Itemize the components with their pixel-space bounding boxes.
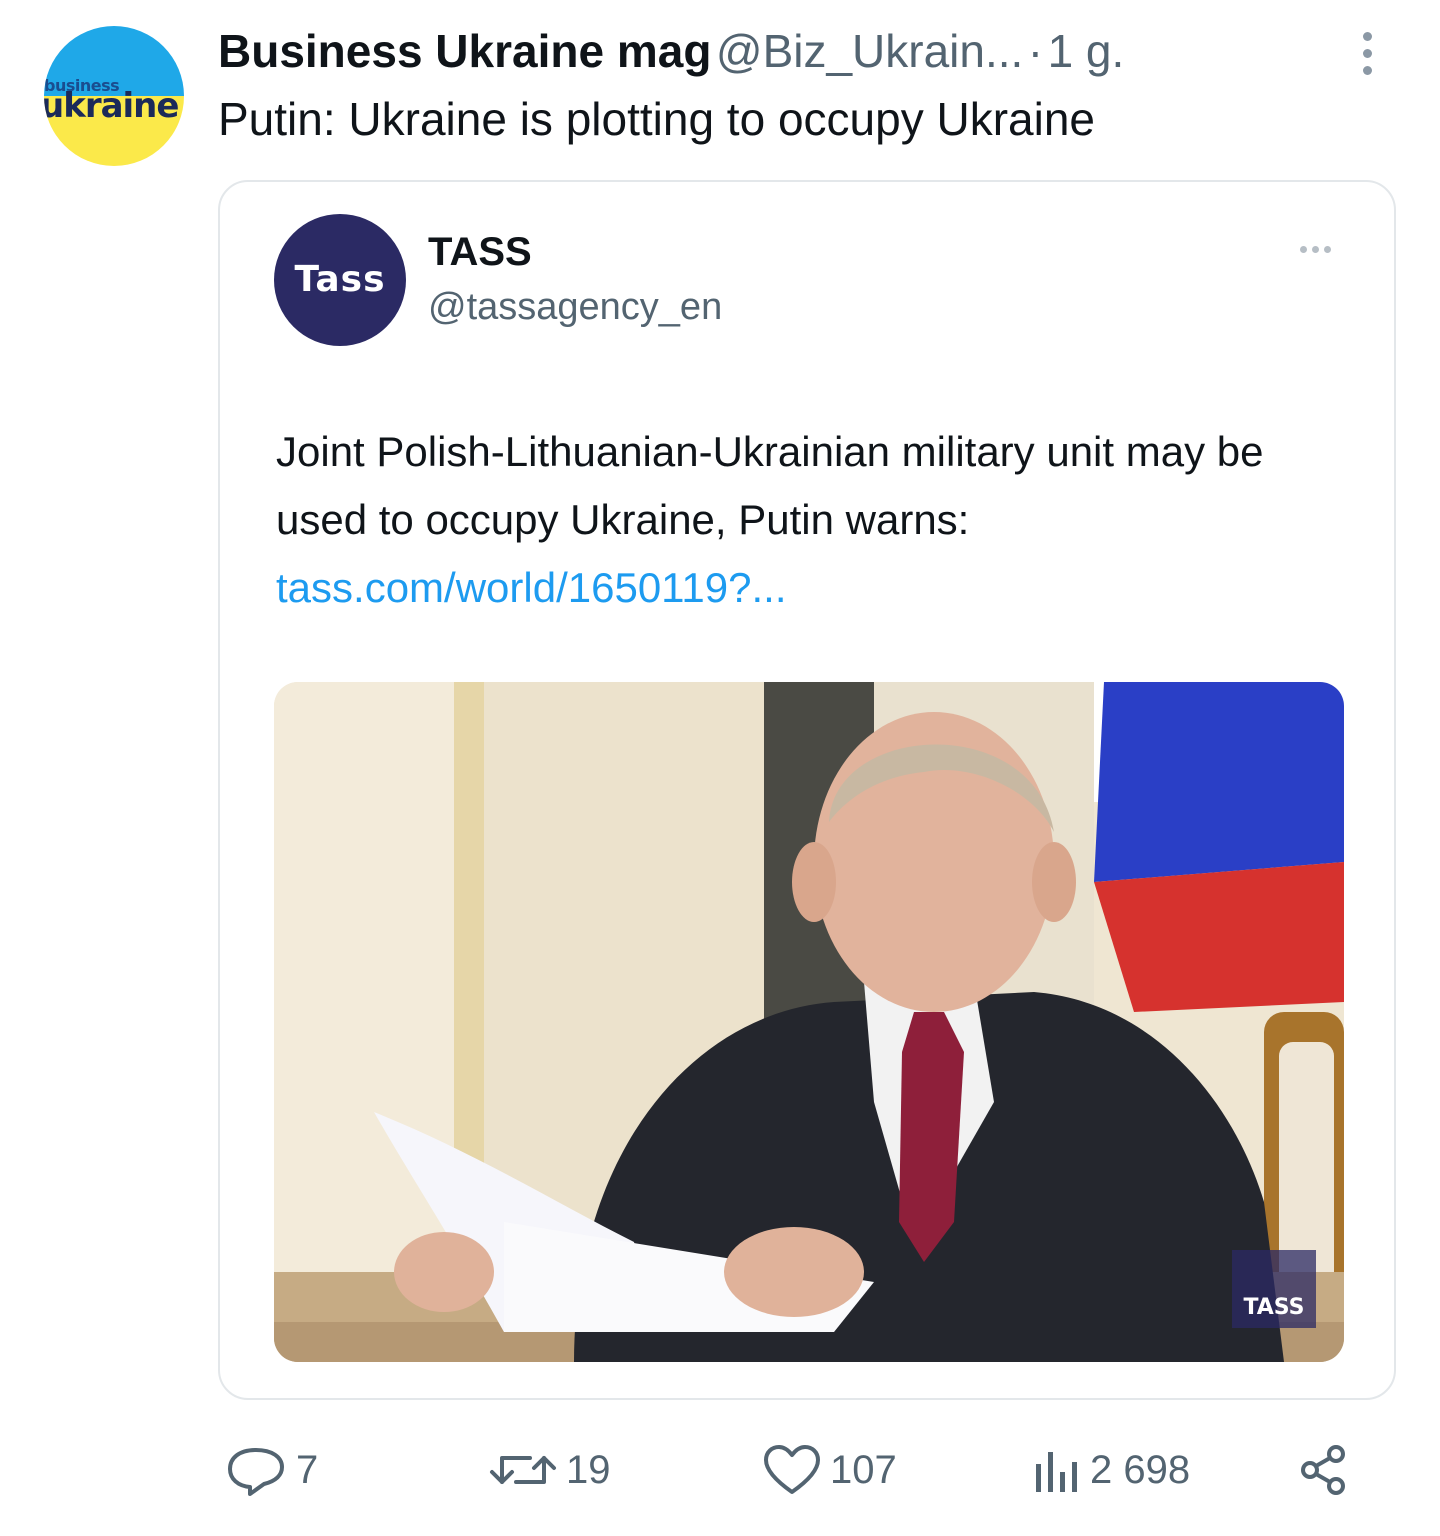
author-handle[interactable]: @Biz_Ukrain... xyxy=(716,25,1023,77)
avatar-logo-big: ukraine xyxy=(44,86,179,126)
heart-icon xyxy=(764,1445,820,1494)
quoted-photo[interactable]: TASS xyxy=(274,682,1344,1362)
views-button[interactable]: 2 698 xyxy=(1030,1440,1190,1500)
quoted-link[interactable]: tass.com/world/1650119?... xyxy=(276,564,787,611)
quoted-author-handle[interactable]: @tassagency_en xyxy=(428,286,722,329)
quoted-more-icon[interactable] xyxy=(1300,240,1350,253)
views-chart-icon xyxy=(1036,1452,1077,1492)
tass-avatar[interactable]: Tass xyxy=(274,214,406,346)
tweet-text: Putin: Ukraine is plotting to occupy Ukr… xyxy=(218,93,1095,145)
like-button[interactable]: 107 xyxy=(762,1440,897,1500)
retweet-button[interactable]: 19 xyxy=(488,1440,611,1500)
quoted-tweet-card[interactable]: Tass TASS @tassagency_en Joint Polish-Li… xyxy=(218,180,1396,1400)
author-avatar[interactable]: business ukraine xyxy=(44,26,184,166)
tweet-header: Business Ukraine mag @Biz_Ukrain... · 1 … xyxy=(218,24,1378,84)
reply-count: 7 xyxy=(296,1447,319,1492)
share-icon xyxy=(1301,1445,1345,1495)
quoted-author-name[interactable]: TASS xyxy=(428,230,532,275)
tweet-time[interactable]: 1 g. xyxy=(1048,25,1125,77)
share-button[interactable] xyxy=(1296,1440,1352,1500)
photo-watermark: TASS xyxy=(1243,1295,1304,1320)
view-count: 2 698 xyxy=(1090,1447,1191,1492)
separator-dot: · xyxy=(1027,25,1044,77)
reply-button[interactable]: 7 xyxy=(224,1440,318,1500)
retweet-icon xyxy=(490,1456,556,1484)
tweet-actions: 7 19 107 2 698 xyxy=(0,1440,1440,1510)
more-options-icon[interactable] xyxy=(1352,32,1382,82)
quoted-text-body: Joint Polish-Lithuanian-Ukrainian milita… xyxy=(276,428,1264,543)
photo-illustration: TASS xyxy=(274,682,1344,1362)
quoted-tweet-text: Joint Polish-Lithuanian-Ukrainian milita… xyxy=(276,418,1356,622)
retweet-count: 19 xyxy=(566,1447,611,1492)
author-name[interactable]: Business Ukraine mag xyxy=(218,25,711,77)
like-count: 107 xyxy=(830,1447,897,1492)
reply-icon xyxy=(228,1448,284,1496)
